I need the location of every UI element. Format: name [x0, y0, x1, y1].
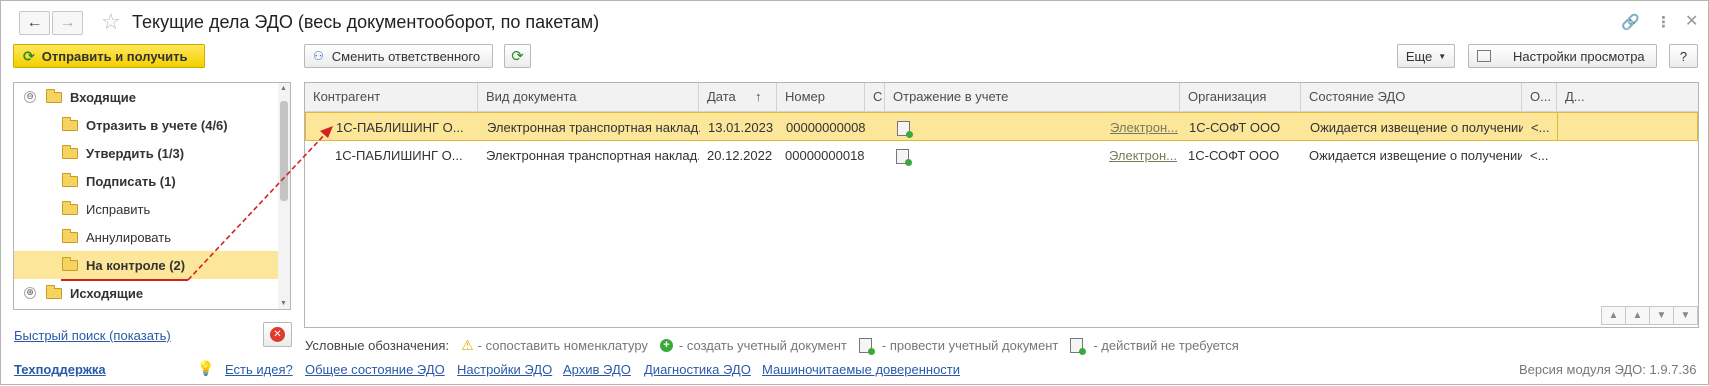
app-window: ← → ☆ Текущие дела ЭДО (весь документооб…: [0, 0, 1709, 385]
annotation-arrowhead: [320, 126, 333, 138]
annotation-overlay: [61, 126, 333, 281]
annotation-arrow-line: [187, 130, 329, 281]
